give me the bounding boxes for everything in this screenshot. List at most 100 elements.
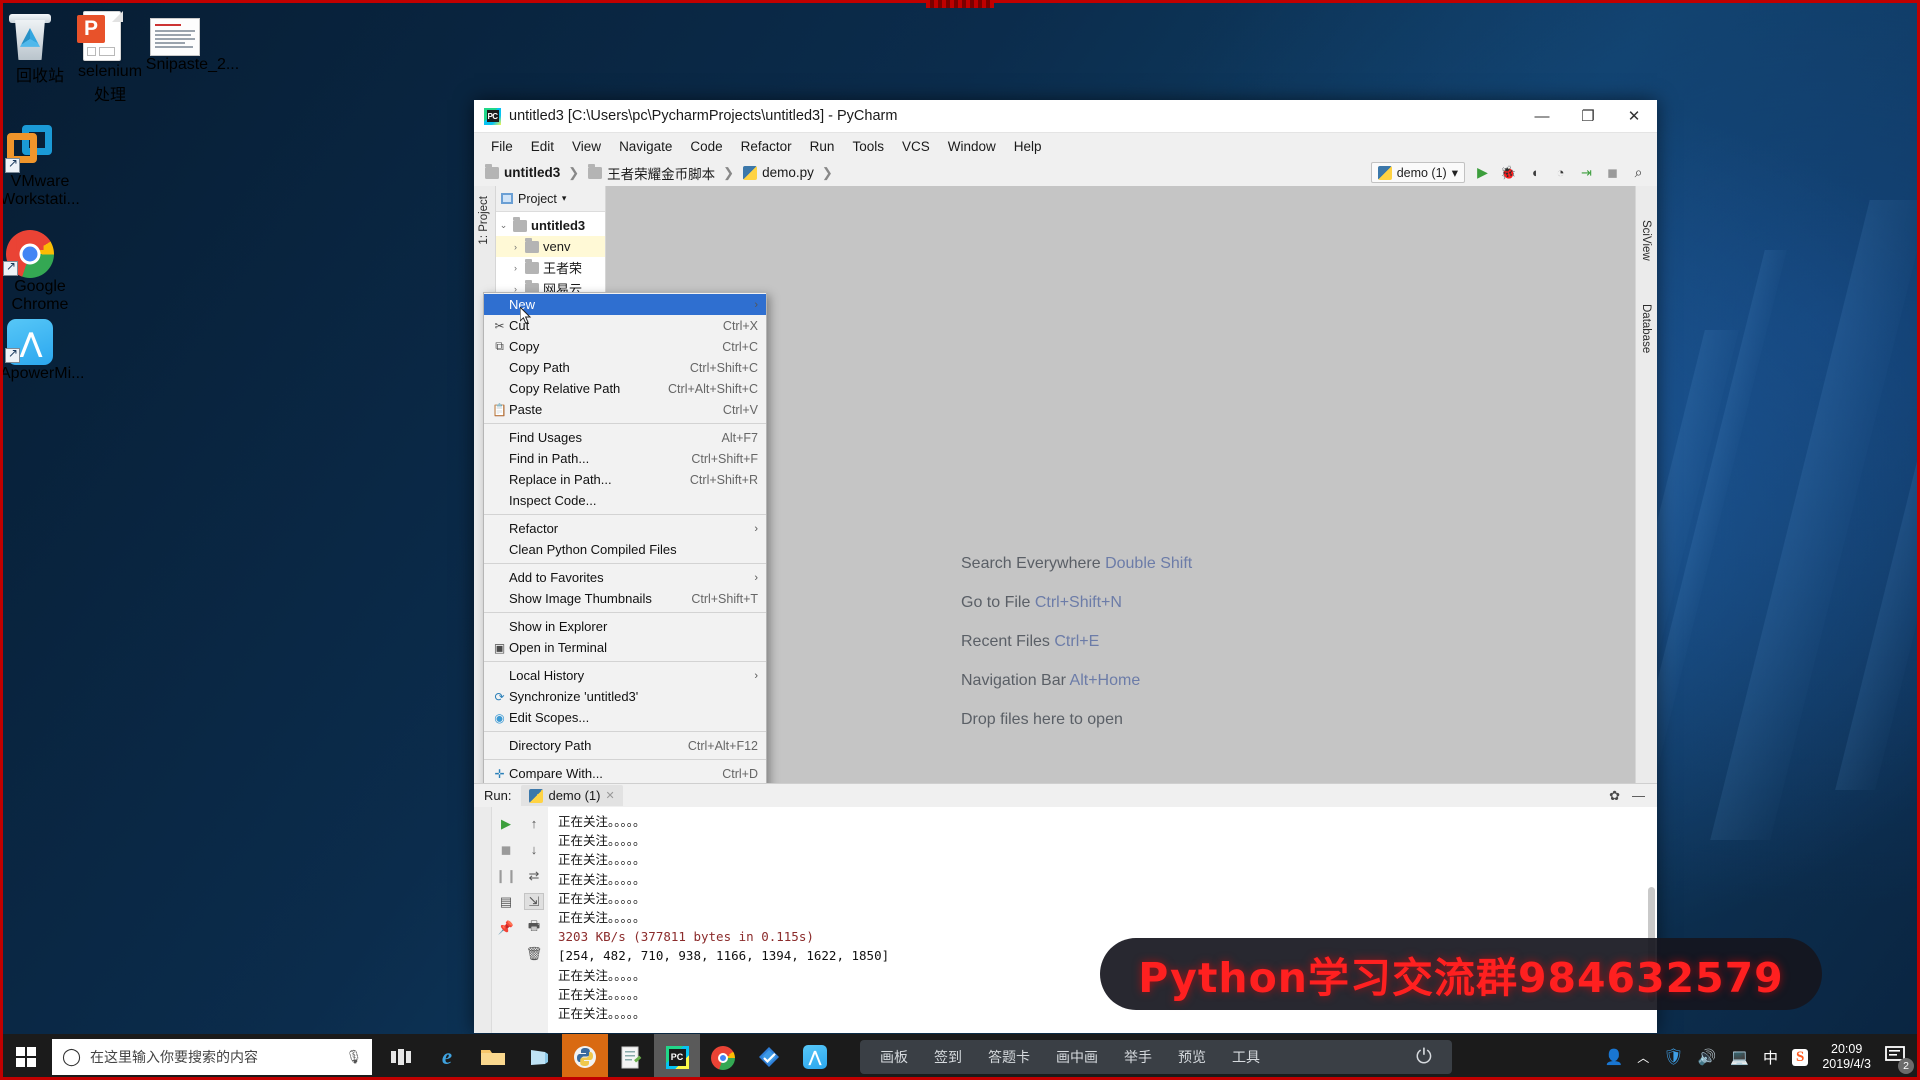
sidebar-item-project[interactable]: 1: Project: [478, 196, 490, 245]
pause-button[interactable]: ❙❙: [495, 867, 517, 884]
ime-icon[interactable]: [746, 1034, 792, 1080]
minimize-button[interactable]: —: [1519, 100, 1565, 132]
sidebar-item-sciview[interactable]: SciView: [1640, 220, 1652, 261]
apowermirror-icon[interactable]: ⋀: [792, 1034, 838, 1080]
sidebar-item-database[interactable]: Database: [1640, 304, 1652, 353]
desktop-icon-vmware[interactable]: VMware Workstati...: [0, 121, 80, 209]
menu-item-synchronize[interactable]: ⟳ Synchronize 'untitled3': [484, 686, 766, 707]
menu-item-edit-scopes[interactable]: ◉ Edit Scopes...: [484, 707, 766, 728]
ime-chinese-icon[interactable]: 中: [1763, 1047, 1778, 1068]
print-button[interactable]: 🖶: [524, 918, 544, 936]
toolbar-item-qiandao[interactable]: 签到: [934, 1047, 962, 1067]
notification-center-button[interactable]: 2: [1885, 1045, 1914, 1074]
menu-vcs[interactable]: VCS: [893, 136, 939, 157]
soft-wrap-button[interactable]: ⇄: [524, 867, 544, 884]
people-icon[interactable]: 👤: [1605, 1048, 1624, 1066]
desktop-icon-apowermirror[interactable]: ⋀ ApowerMi...: [0, 316, 84, 383]
pycharm-icon[interactable]: PC: [654, 1034, 700, 1080]
pin-button[interactable]: 📌: [496, 919, 516, 936]
stop-button[interactable]: ◼: [496, 841, 516, 858]
menu-item-local-history[interactable]: Local History ›: [484, 665, 766, 686]
maximize-button[interactable]: ❐: [1565, 100, 1611, 132]
layout-button[interactable]: ▤: [496, 893, 516, 910]
menu-item-show-in-explorer[interactable]: Show in Explorer: [484, 616, 766, 637]
rerun-button[interactable]: ▶: [496, 815, 516, 832]
start-button[interactable]: [0, 1034, 52, 1080]
menu-item-open-in-terminal[interactable]: ▣ Open in Terminal: [484, 637, 766, 658]
toolbar-item-huaban[interactable]: 画板: [880, 1047, 908, 1067]
desktop-icon-chrome[interactable]: Google Chrome: [0, 228, 80, 314]
desktop-icon-recycle-bin[interactable]: 回收站: [0, 10, 80, 86]
menu-file[interactable]: File: [482, 136, 522, 157]
toolbar-item-huazhonghua[interactable]: 画中画: [1056, 1047, 1098, 1067]
menu-run[interactable]: Run: [801, 136, 844, 157]
coverage-button[interactable]: ◖: [1526, 164, 1543, 181]
breadcrumb-item-folder[interactable]: 王者荣耀金币脚本 ❯: [585, 163, 740, 183]
menu-code[interactable]: Code: [681, 136, 731, 157]
desktop-icon-snipaste[interactable]: Snipaste_2...: [145, 10, 240, 74]
breadcrumb-item-file[interactable]: demo.py ❯: [740, 165, 839, 181]
menu-item-add-to-favorites[interactable]: Add to Favorites ›: [484, 567, 766, 588]
menu-item-paste[interactable]: 📋 Paste Ctrl+V: [484, 399, 766, 420]
menu-view[interactable]: View: [563, 136, 610, 157]
menu-item-copy[interactable]: ⧉ Copy Ctrl+C: [484, 336, 766, 357]
task-view-icon[interactable]: [378, 1034, 424, 1080]
store-icon[interactable]: [516, 1034, 562, 1080]
network-icon[interactable]: 💻: [1730, 1048, 1749, 1066]
breadcrumb-item-project[interactable]: untitled3 ❯: [482, 163, 585, 181]
sogou-icon[interactable]: S: [1791, 1048, 1809, 1066]
menu-item-compare-with[interactable]: ✛ Compare With... Ctrl+D: [484, 763, 766, 783]
toolbar-item-datika[interactable]: 答题卡: [988, 1047, 1030, 1067]
chrome-icon[interactable]: [700, 1034, 746, 1080]
run-button[interactable]: ▶: [1474, 164, 1491, 181]
window-titlebar[interactable]: PC untitled3 [C:\Users\pc\PycharmProject…: [474, 100, 1657, 133]
menu-window[interactable]: Window: [939, 136, 1005, 157]
scroll-to-end-button[interactable]: ⇲: [524, 893, 544, 910]
volume-icon[interactable]: 🔊: [1698, 1048, 1717, 1066]
stop-button[interactable]: ◼: [1604, 164, 1621, 181]
menu-item-copy-relative-path[interactable]: Copy Relative Path Ctrl+Alt+Shift+C: [484, 378, 766, 399]
menu-refactor[interactable]: Refactor: [732, 136, 801, 157]
expander-icon[interactable]: ⌄: [498, 220, 509, 231]
menu-item-inspect-code[interactable]: Inspect Code...: [484, 490, 766, 511]
python-icon[interactable]: [562, 1034, 608, 1080]
toolbar-item-jushou[interactable]: 举手: [1124, 1047, 1152, 1067]
tree-node-untitled3[interactable]: ⌄ untitled3: [496, 215, 605, 236]
editor-icon[interactable]: [608, 1034, 654, 1080]
run-configuration-selector[interactable]: demo (1) ▾: [1370, 162, 1465, 183]
clear-all-button[interactable]: 🗑: [524, 945, 544, 962]
expander-icon[interactable]: ›: [510, 263, 521, 273]
menu-item-refactor[interactable]: Refactor ›: [484, 518, 766, 539]
menu-navigate[interactable]: Navigate: [610, 136, 681, 157]
toolbar-item-yulan[interactable]: 预览: [1178, 1047, 1206, 1067]
menu-help[interactable]: Help: [1005, 136, 1051, 157]
close-icon[interactable]: ✕: [606, 789, 615, 802]
menu-item-copy-path[interactable]: Copy Path Ctrl+Shift+C: [484, 357, 766, 378]
menu-item-find-usages[interactable]: Find Usages Alt+F7: [484, 427, 766, 448]
close-button[interactable]: ✕: [1611, 100, 1657, 132]
hide-panel-icon[interactable]: —: [1632, 788, 1645, 804]
menu-tools[interactable]: Tools: [843, 136, 893, 157]
menu-item-find-in-path[interactable]: Find in Path... Ctrl+Shift+F: [484, 448, 766, 469]
tree-node-wangzhe[interactable]: › 王者荣: [496, 257, 605, 278]
up-arrow-button[interactable]: ↑: [524, 815, 544, 832]
edge-icon[interactable]: e: [424, 1034, 470, 1080]
power-icon[interactable]: ⏻: [1416, 1046, 1432, 1069]
run-with-options-button[interactable]: ⇥: [1578, 164, 1595, 181]
microphone-icon[interactable]: 🎙: [345, 1049, 362, 1065]
menu-item-directory-path[interactable]: Directory Path Ctrl+Alt+F12: [484, 735, 766, 756]
search-icon[interactable]: ⌕: [1630, 164, 1647, 181]
toolbar-item-gongju[interactable]: 工具: [1232, 1047, 1260, 1067]
tree-node-venv[interactable]: › venv: [496, 236, 605, 257]
run-tab-demo[interactable]: demo (1) ✕: [521, 785, 623, 806]
taskbar-search-box[interactable]: ◯ 在这里输入你要搜索的内容 🎙: [52, 1039, 372, 1075]
menu-item-replace-in-path[interactable]: Replace in Path... Ctrl+Shift+R: [484, 469, 766, 490]
security-shield-icon[interactable]: 🛡: [1663, 1047, 1683, 1067]
project-panel-title[interactable]: Project ▾: [501, 192, 566, 206]
menu-item-clean-python-compiled-files[interactable]: Clean Python Compiled Files: [484, 539, 766, 560]
menu-edit[interactable]: Edit: [522, 136, 563, 157]
file-explorer-icon[interactable]: [470, 1034, 516, 1080]
expander-icon[interactable]: ›: [510, 242, 521, 252]
taskbar-clock[interactable]: 20:09 2019/4/3: [1822, 1042, 1871, 1072]
settings-gear-icon[interactable]: ✿: [1609, 788, 1620, 804]
